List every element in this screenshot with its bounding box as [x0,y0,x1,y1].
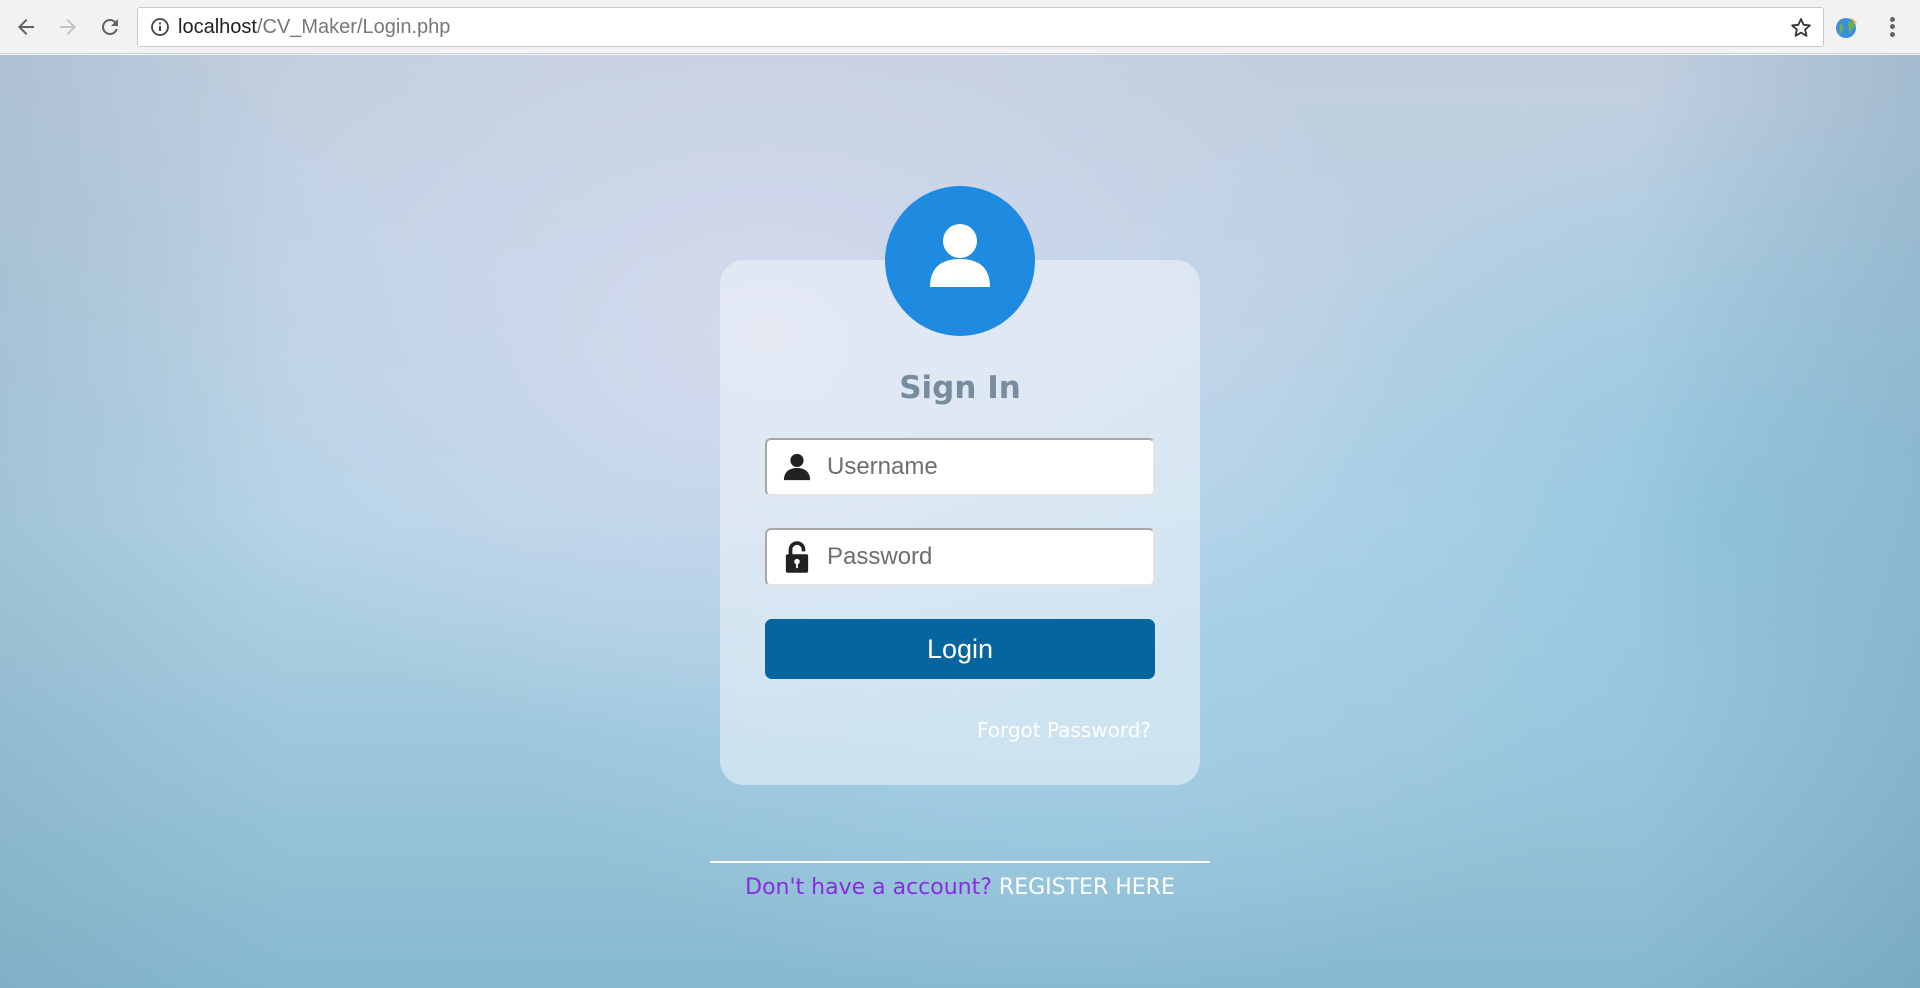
info-icon[interactable] [150,17,170,37]
password-field[interactable] [765,528,1155,586]
forward-button[interactable] [52,11,84,43]
forgot-password-link[interactable]: Forgot Password? [977,718,1151,742]
username-field[interactable] [765,438,1155,496]
bookmark-star-icon[interactable] [1789,16,1813,40]
person-icon [767,440,827,494]
login-card: Sign In Login Forgot Password? [720,260,1200,785]
browser-menu-icon[interactable] [1880,12,1904,42]
divider [710,861,1210,863]
extension-globe-icon[interactable] [1832,13,1860,41]
page-background: Sign In Login Forgot Password? Don't hav… [0,55,1920,988]
back-button[interactable] [10,11,42,43]
user-avatar [885,186,1035,336]
url-path: /CV_Maker/Login.php [256,15,451,38]
reload-icon [101,18,118,35]
password-input[interactable] [827,530,1153,584]
login-button[interactable]: Login [765,619,1155,679]
register-prompt: Don't have a account? REGISTER HERE [710,875,1210,900]
username-input[interactable] [827,440,1153,494]
register-link[interactable]: REGISTER HERE [999,875,1175,900]
user-icon [930,224,990,287]
arrow-left-icon [18,19,34,35]
reload-button[interactable] [94,11,126,43]
arrow-right-icon [60,19,76,35]
page-title: Sign In [899,370,1021,406]
address-bar[interactable]: localhost/CV_Maker/Login.php [137,7,1824,47]
lock-icon [767,530,827,584]
url-text: localhost/CV_Maker/Login.php [178,16,450,39]
register-question: Don't have a account? [745,875,992,900]
browser-toolbar: localhost/CV_Maker/Login.php [0,0,1920,54]
url-host: localhost [178,15,257,38]
